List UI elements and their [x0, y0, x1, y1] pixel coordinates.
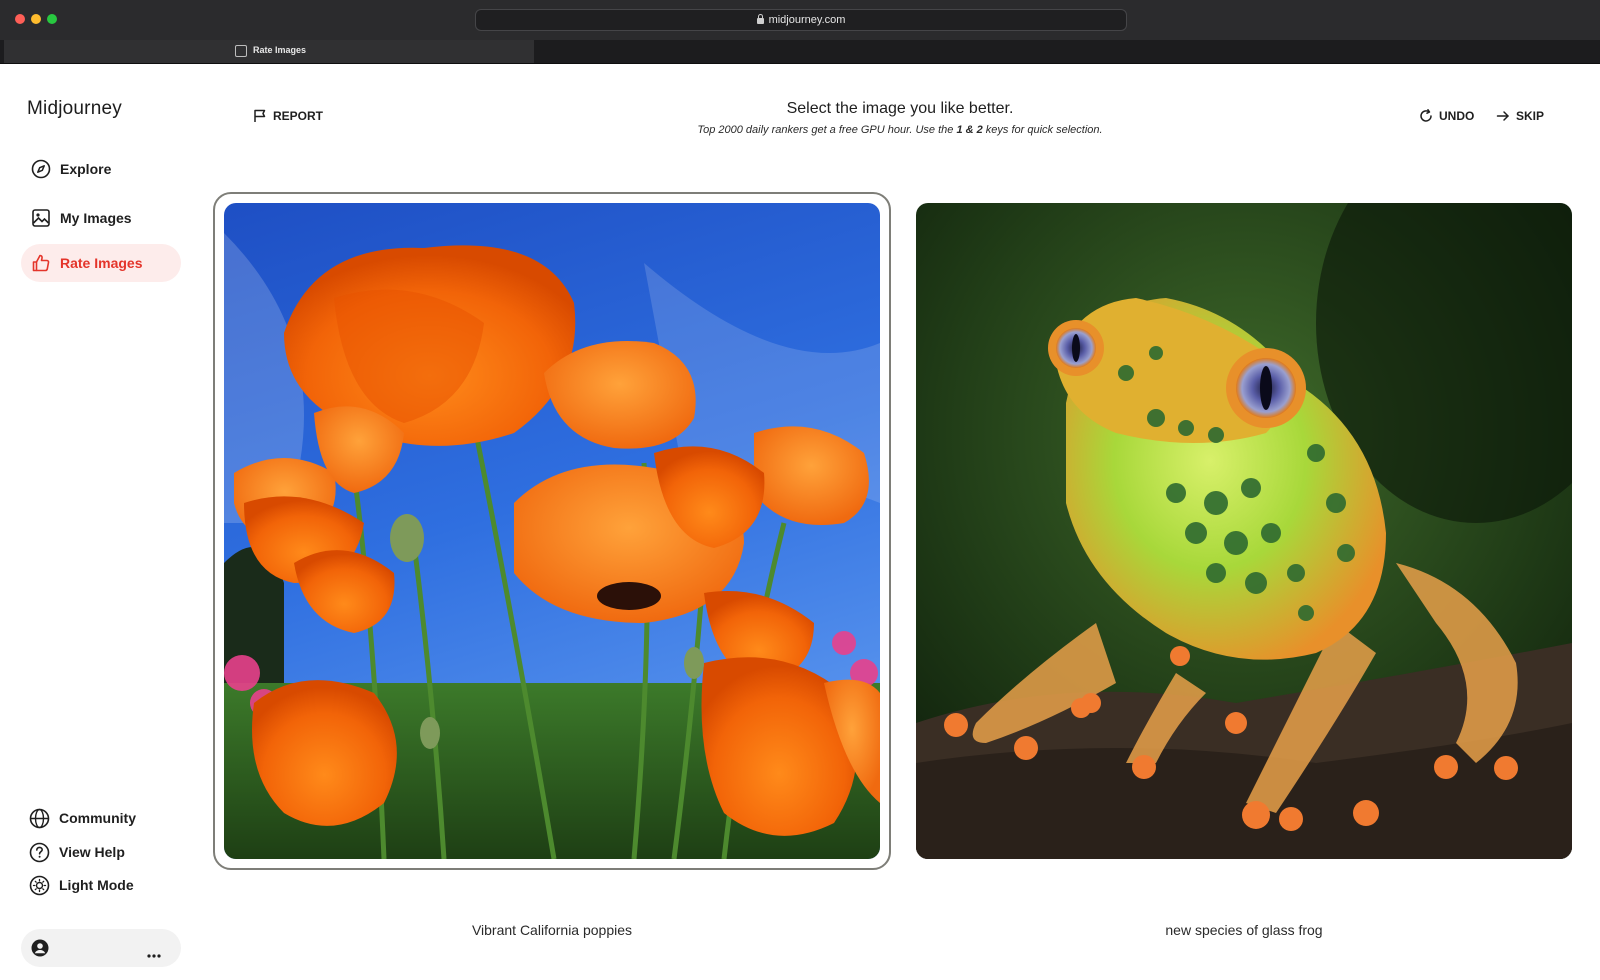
sidebar: Midjourney Explore My Images Rate Images… [0, 64, 200, 980]
thumbs-up-icon [31, 253, 51, 273]
tab-strip: Rate Images [0, 40, 1600, 64]
user-avatar-icon[interactable] [31, 939, 49, 962]
minimize-window-button[interactable] [31, 14, 41, 24]
tab-title: Rate Images [253, 45, 307, 55]
image-option-2[interactable] [916, 203, 1572, 859]
image-icon [31, 208, 51, 228]
subtitle-text-end: keys for quick selection. [982, 124, 1103, 136]
user-menu[interactable] [21, 929, 181, 967]
subtitle-text: Top 2000 daily rankers get a free GPU ho… [697, 124, 957, 136]
globe-icon [28, 807, 50, 829]
report-label: REPORT [273, 109, 324, 123]
sidebar-item-my-images[interactable]: My Images [21, 199, 181, 237]
glass-frog-image [916, 203, 1572, 859]
sidebar-item-label: My Images [60, 210, 132, 226]
address-bar[interactable]: midjourney.com [475, 9, 1127, 31]
sidebar-item-community[interactable]: Community [28, 805, 136, 831]
sidebar-item-view-help[interactable]: View Help [28, 839, 125, 865]
sidebar-item-label: Community [59, 810, 136, 826]
image-caption-1: Vibrant California poppies [471, 922, 633, 938]
compass-icon [31, 159, 51, 179]
undo-icon [1420, 109, 1432, 122]
sun-icon [28, 874, 50, 896]
help-circle-icon [28, 841, 50, 863]
report-button[interactable]: REPORT [253, 109, 323, 123]
brand-logo[interactable]: Midjourney [27, 98, 122, 120]
sidebar-item-label: Light Mode [59, 877, 134, 893]
undo-label: UNDO [1439, 109, 1475, 123]
sidebar-item-explore[interactable]: Explore [21, 150, 181, 188]
page-title: Select the image you like better. [786, 100, 1014, 117]
maximize-window-button[interactable] [47, 14, 57, 24]
skip-label: SKIP [1516, 109, 1545, 123]
undo-button[interactable]: UNDO [1419, 109, 1474, 123]
image-option-1[interactable] [224, 203, 880, 859]
browser-tab[interactable]: Rate Images [4, 40, 534, 63]
arrow-right-icon [1496, 111, 1509, 121]
close-window-button[interactable] [15, 14, 25, 24]
sidebar-item-rate-images[interactable]: Rate Images [21, 244, 181, 282]
ellipsis-icon[interactable] [147, 945, 161, 963]
poppies-image [224, 203, 880, 859]
url-text: midjourney.com [768, 14, 846, 26]
skip-button[interactable]: SKIP [1496, 109, 1544, 123]
sidebar-item-label: Rate Images [60, 255, 143, 271]
sidebar-item-label: View Help [59, 844, 125, 860]
sidebar-item-label: Explore [60, 161, 112, 177]
subtitle-keys: 1 & 2 [956, 124, 983, 136]
lock-icon [756, 14, 764, 24]
browser-titlebar: midjourney.com [0, 0, 1600, 40]
page-subtitle: Top 2000 daily rankers get a free GPU ho… [600, 124, 1200, 136]
flag-icon [254, 109, 266, 122]
favicon-icon [235, 45, 247, 57]
sidebar-item-light-mode[interactable]: Light Mode [28, 872, 134, 898]
image-caption-2: new species of glass frog [1165, 922, 1323, 938]
